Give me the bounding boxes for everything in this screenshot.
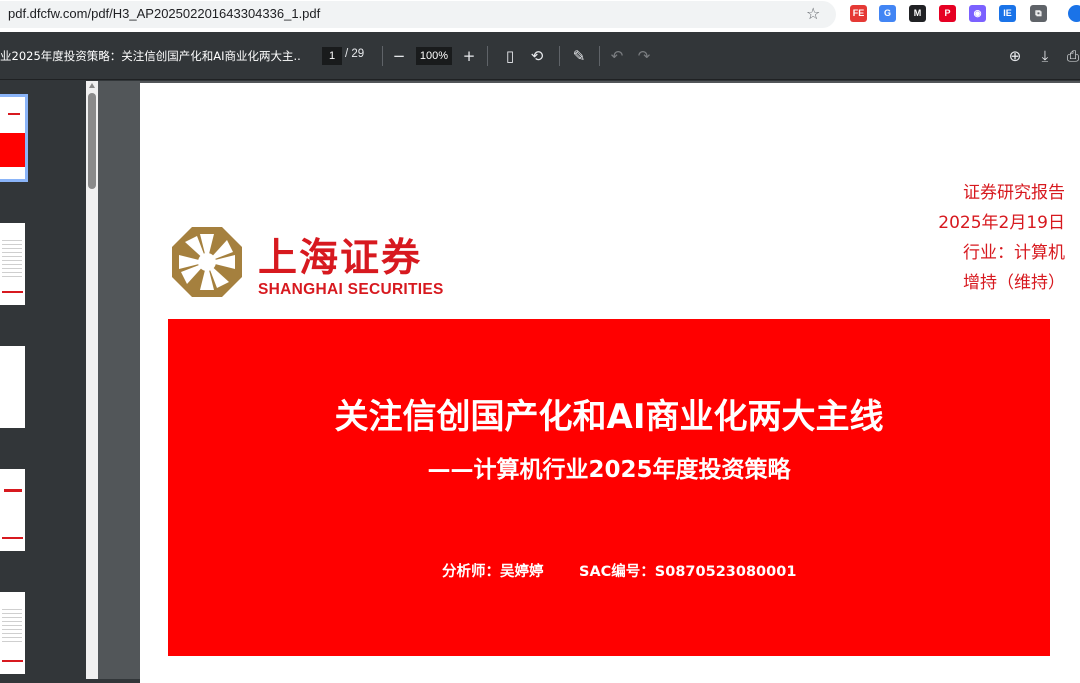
page-thumbnail[interactable] [0, 346, 25, 428]
thumbnail-banner [0, 133, 25, 167]
toolbar-divider [599, 46, 600, 66]
sidebar-scrollbar[interactable] [86, 81, 98, 679]
redo-icon[interactable]: ↷ [634, 45, 654, 67]
zoom-input[interactable]: 100% [416, 47, 452, 65]
translate-extension-icon[interactable]: G [879, 5, 896, 22]
pinterest-extension-icon[interactable]: P [939, 5, 956, 22]
thumbnail-text-line [4, 489, 22, 492]
thumbnail-text-line [2, 291, 23, 293]
zoom-out-button[interactable]: − [389, 45, 409, 67]
bookmark-star-icon[interactable]: ☆ [806, 4, 820, 24]
page-total: / 29 [345, 48, 365, 60]
report-subtitle: ——计算机行业2025年度投资策略 [427, 457, 791, 483]
thumbnail-text-line [2, 660, 23, 662]
puzzle-extension-icon[interactable]: ⧉ [1030, 5, 1047, 22]
logo-english-name: SHANGHAI SECURITIES [258, 281, 444, 298]
address-bar[interactable]: pdf.dfcfw.com/pdf/H3_AP20250220164330433… [0, 1, 836, 28]
report-industry: 行业：计算机 [963, 243, 1065, 263]
report-rating: 增持（维持） [963, 273, 1065, 293]
report-meta: 证券研究报告 2025年2月19日 行业：计算机 增持（维持） [938, 178, 1065, 298]
report-date: 2025年2月19日 [938, 213, 1065, 233]
pdf-toolbar: 业2025年度投资策略：关注信创国产化和AI商业化两大主... 1 / 29 −… [0, 32, 1080, 80]
pdf-page: 上海证券 SHANGHAI SECURITIES 证券研究报告 2025年2月1… [140, 83, 1080, 683]
page-thumbnail[interactable] [0, 223, 25, 305]
undo-icon[interactable]: ↶ [607, 45, 627, 67]
toolbar-divider [487, 46, 488, 66]
page-thumbnail[interactable] [0, 592, 25, 674]
cover-banner: 关注信创国产化和AI商业化两大主线 ——计算机行业2025年度投资策略 分析师：… [168, 319, 1050, 656]
document-title: 业2025年度投资策略：关注信创国产化和AI商业化两大主... [0, 49, 302, 63]
report-title: 关注信创国产化和AI商业化两大主线 [334, 397, 884, 437]
ocr-extension-icon[interactable]: IE [999, 5, 1016, 22]
thumbnail-text-line [2, 537, 23, 539]
fit-page-icon[interactable]: ▯ [500, 45, 520, 67]
scrollbar-thumb[interactable] [88, 93, 96, 189]
logo-chinese-name: 上海证券 [258, 236, 423, 281]
thumbnail-text-block [2, 237, 22, 277]
toolbar-divider [559, 46, 560, 66]
url-text[interactable]: pdf.dfcfw.com/pdf/H3_AP20250220164330433… [8, 6, 320, 21]
pdf-viewer: 上海证券 SHANGHAI SECURITIES 证券研究报告 2025年2月1… [98, 81, 1080, 683]
zoom-in-button[interactable]: + [459, 45, 479, 67]
m-extension-icon[interactable]: M [909, 5, 926, 22]
report-type: 证券研究报告 [963, 183, 1065, 203]
rotate-icon[interactable]: ⟲ [527, 45, 547, 67]
shanghai-securities-logo-icon [170, 225, 244, 299]
profile-avatar-icon[interactable] [1068, 5, 1080, 22]
page-thumbnail[interactable] [0, 94, 28, 182]
scroll-up-arrow-icon[interactable] [89, 83, 95, 88]
analyst-name: 分析师：吴婷婷 [442, 564, 544, 580]
draw-icon[interactable]: ✎ [569, 45, 589, 67]
eye-extension-icon[interactable]: ◉ [969, 5, 986, 22]
toolbar-divider [382, 46, 383, 66]
page-thumbnail[interactable] [0, 469, 25, 551]
browser-toolbar: pdf.dfcfw.com/pdf/H3_AP20250220164330433… [0, 0, 1080, 32]
download-icon[interactable]: ⤓ [1035, 45, 1055, 67]
thumbnail-text-line [8, 113, 20, 115]
fe-extension-icon[interactable]: FE [850, 5, 867, 22]
save-icon[interactable]: ⊕ [1005, 45, 1025, 67]
page-number-input[interactable]: 1 [322, 47, 342, 65]
thumbnail-text-block [2, 606, 22, 642]
thumbnail-sidebar [0, 81, 98, 679]
print-icon[interactable]: ⎙ [1063, 45, 1080, 67]
sac-number: SAC编号：S0870523080001 [579, 564, 797, 580]
